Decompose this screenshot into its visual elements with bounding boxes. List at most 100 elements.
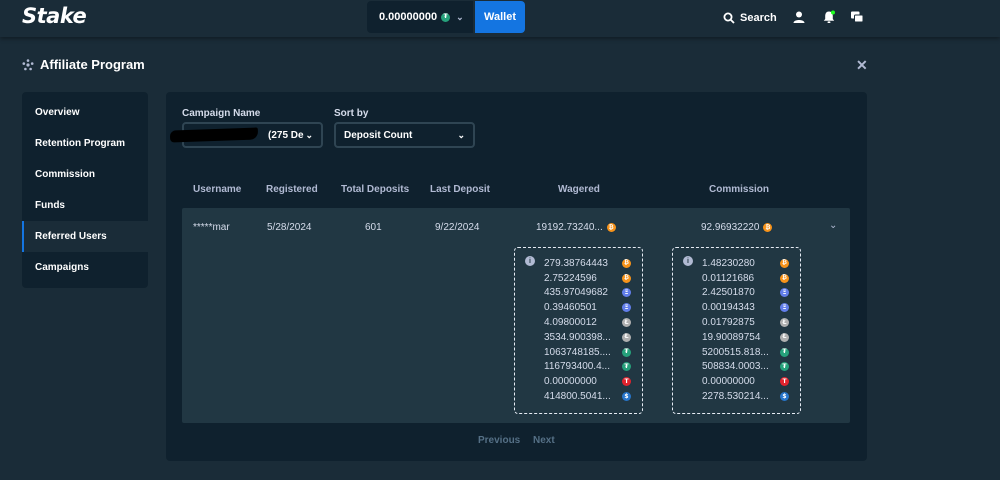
breakdown-amount: 0.01121686 <box>702 272 755 284</box>
usdt-coin-icon: ₮ <box>780 347 789 357</box>
breakdown-amount: 116793400.4... <box>544 361 610 373</box>
breakdown-row: 0.39460501 Ξ <box>544 300 631 315</box>
chat-icon[interactable] <box>850 10 864 24</box>
breakdown-row: 2.42501870 Ξ <box>702 286 789 301</box>
notification-bell-icon[interactable] <box>822 10 836 24</box>
usdt-coin-icon: ₮ <box>780 362 789 372</box>
breakdown-amount: 0.01792875 <box>702 317 755 329</box>
affiliate-sidebar: Overview Retention Program Commission Fu… <box>22 92 148 288</box>
eth-coin-icon: Ξ <box>780 303 789 313</box>
breakdown-amount: 0.00194343 <box>702 302 755 314</box>
breakdown-row: 2278.530214... $ <box>702 389 789 404</box>
chevron-down-icon: ⌄ <box>305 129 313 140</box>
commission-breakdown-list: 1.48230280 ₿ 0.01121686 ₿ 2.42501870 Ξ 0.00194… <box>702 256 789 404</box>
wallet-button[interactable]: Wallet <box>475 1 525 33</box>
breakdown-amount: 2.75224596 <box>544 272 597 284</box>
eth-coin-icon: Ξ <box>622 303 631 313</box>
breakdown-row: 1063748185.... ₮ <box>544 345 631 360</box>
btc-coin-icon: ₿ <box>780 258 789 268</box>
redaction-mark <box>169 127 259 143</box>
breakdown-amount: 5200515.818... <box>702 346 769 358</box>
sidebar-item-funds[interactable]: Funds <box>22 190 148 221</box>
breakdown-row: 1.48230280 ₿ <box>702 256 789 271</box>
campaign-name-value: (275 De <box>268 129 304 141</box>
column-header-last-deposit: Last Deposit <box>430 184 491 195</box>
btc-coin-icon: ₿ <box>763 223 773 232</box>
breakdown-amount: 414800.5041... <box>544 391 611 403</box>
sidebar-item-campaigns[interactable]: Campaigns <box>22 252 148 283</box>
ltc-coin-icon: Ł <box>622 332 631 342</box>
breakdown-amount: 0.39460501 <box>544 302 597 314</box>
top-bar: Stake 0.00000000 ₮ ⌄ Wallet Search <box>0 0 1000 37</box>
sidebar-item-retention-program[interactable]: Retention Program <box>22 128 148 159</box>
breakdown-amount: 508834.0003... <box>702 361 769 373</box>
cell-total-deposits: 601 <box>365 222 382 233</box>
btc-coin-icon: ₿ <box>622 273 631 283</box>
usdt-coin-icon: ₮ <box>622 347 631 357</box>
breakdown-row: 508834.0003... ₮ <box>702 360 789 375</box>
search-button[interactable]: Search <box>723 10 777 26</box>
breakdown-amount: 279.38764443 <box>544 257 608 269</box>
usdc-coin-icon: $ <box>780 392 789 402</box>
balance-amount: 0.00000000 <box>379 11 438 23</box>
breakdown-amount: 1.48230280 <box>702 257 755 269</box>
usdt-coin-icon: ₮ <box>441 12 451 22</box>
breakdown-row: 0.01121686 ₿ <box>702 271 789 286</box>
breakdown-row: 0.01792875 Ł <box>702 315 789 330</box>
cell-wagered: 19192.73240... ₿ <box>536 222 616 233</box>
panel-title: Affiliate Program <box>40 57 145 72</box>
cell-registered: 5/28/2024 <box>267 222 312 233</box>
chevron-down-icon: ⌄ <box>456 11 464 22</box>
sidebar-item-referred-users[interactable]: Referred Users <box>22 221 148 252</box>
usdt-coin-icon: ₮ <box>622 362 631 372</box>
user-icon[interactable] <box>792 10 806 24</box>
wagered-breakdown-list: 279.38764443 ₿ 2.75224596 ₿ 435.97049682 Ξ 0.3… <box>544 256 631 404</box>
usdc-coin-icon: $ <box>622 392 631 402</box>
breakdown-amount: 435.97049682 <box>544 287 608 299</box>
column-header-wagered: Wagered <box>558 184 600 195</box>
close-icon[interactable]: ✕ <box>856 57 868 74</box>
breakdown-amount: 4.09800012 <box>544 317 597 329</box>
breakdown-row: 4.09800012 Ł <box>544 315 631 330</box>
next-page-button[interactable]: Next <box>533 435 555 446</box>
balance-selector[interactable]: 0.00000000 ₮ ⌄ <box>367 1 473 33</box>
campaign-name-select[interactable]: (275 De ⌄ <box>169 122 323 148</box>
ltc-coin-icon: Ł <box>780 318 789 328</box>
affiliate-icon <box>22 58 34 70</box>
breakdown-amount: 2278.530214... <box>702 391 769 403</box>
breakdown-row: 0.00000000 T <box>544 374 631 389</box>
breakdown-amount: 3534.900398... <box>544 331 611 343</box>
breakdown-amount: 0.00000000 <box>544 376 597 388</box>
ltc-coin-icon: Ł <box>622 318 631 328</box>
trx-coin-icon: T <box>780 377 789 387</box>
eth-coin-icon: Ξ <box>622 288 631 298</box>
sort-by-value: Deposit Count <box>344 129 413 141</box>
btc-coin-icon: ₿ <box>606 223 616 232</box>
panel-header: Affiliate Program <box>22 57 145 72</box>
commission-amount: 92.96932220 <box>701 222 760 233</box>
sort-by-select[interactable]: Deposit Count ⌄ <box>334 122 475 148</box>
commission-breakdown: i 1.48230280 ₿ 0.01121686 ₿ 2.42501870 Ξ 0.001… <box>672 247 801 414</box>
breakdown-row: 435.97049682 Ξ <box>544 286 631 301</box>
sort-by-label: Sort by <box>334 108 369 119</box>
info-icon[interactable]: i <box>525 256 535 266</box>
btc-coin-icon: ₿ <box>780 273 789 283</box>
chevron-down-icon: ⌄ <box>457 129 465 140</box>
breakdown-row: 414800.5041... $ <box>544 389 631 404</box>
trx-coin-icon: T <box>622 377 631 387</box>
column-header-registered: Registered <box>266 184 318 195</box>
previous-page-button[interactable]: Previous <box>478 435 520 446</box>
breakdown-row: 279.38764443 ₿ <box>544 256 631 271</box>
sidebar-item-commission[interactable]: Commission <box>22 159 148 190</box>
breakdown-row: 19.90089754 Ł <box>702 330 789 345</box>
cell-last-deposit: 9/22/2024 <box>435 222 480 233</box>
info-icon[interactable]: i <box>683 256 693 266</box>
breakdown-row: 116793400.4... ₮ <box>544 360 631 375</box>
campaign-name-label: Campaign Name <box>182 108 261 119</box>
stake-logo[interactable]: Stake <box>22 4 87 28</box>
eth-coin-icon: Ξ <box>780 288 789 298</box>
breakdown-amount: 0.00000000 <box>702 376 755 388</box>
row-collapse-chevron-icon[interactable]: ⌄ <box>829 220 837 231</box>
sidebar-item-overview[interactable]: Overview <box>22 97 148 128</box>
breakdown-amount: 19.90089754 <box>702 331 761 343</box>
